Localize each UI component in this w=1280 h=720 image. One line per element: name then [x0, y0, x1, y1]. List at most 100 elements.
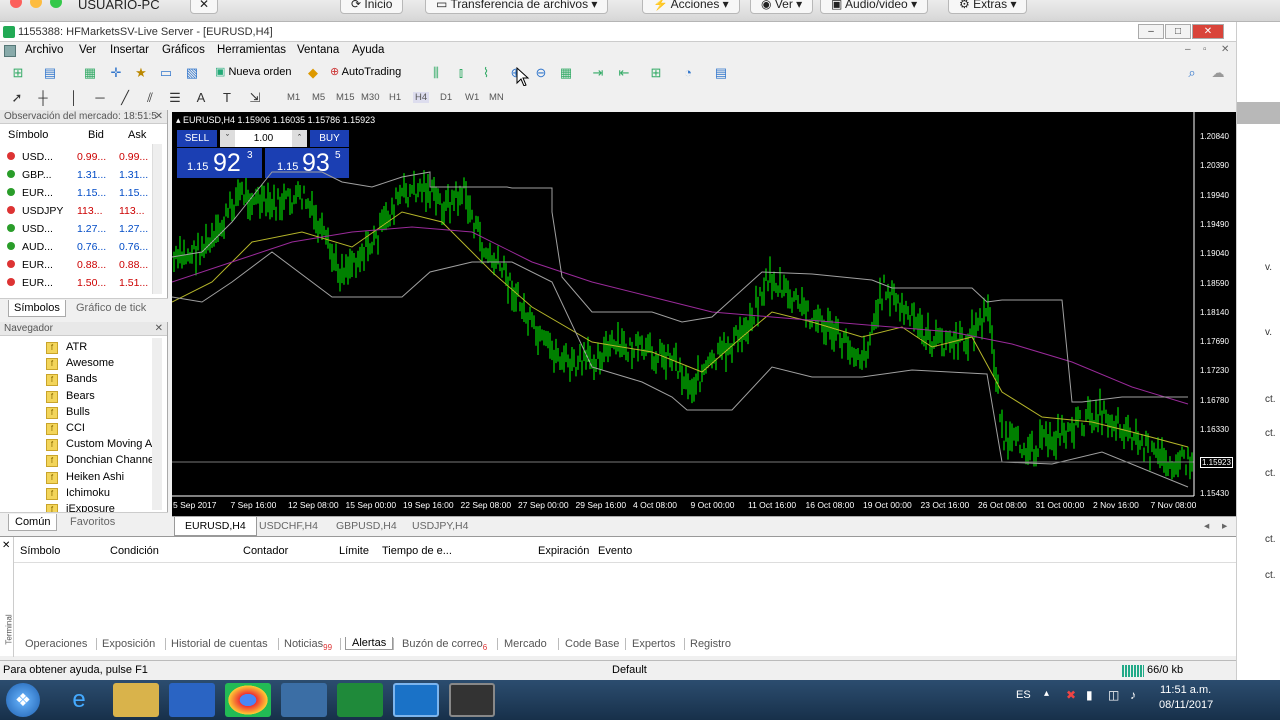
market-row[interactable]: AUD... 0.76... 0.76... — [0, 238, 150, 256]
terminal-tab[interactable]: Expertos — [632, 638, 675, 650]
templates-icon[interactable]: ▤ — [713, 65, 729, 81]
tf-w1[interactable]: W1 — [465, 92, 479, 103]
metatrader-task-icon[interactable] — [449, 683, 495, 717]
market-row[interactable]: GBP... 1.31... 1.31... — [0, 166, 150, 184]
label-tool-icon[interactable]: T — [219, 90, 235, 106]
terminal-tab[interactable]: Noticias99 — [284, 638, 332, 652]
terminal-col-condition[interactable]: Condición — [110, 545, 159, 557]
navigator-scrollbar[interactable] — [152, 338, 162, 510]
tab-tick-chart[interactable]: Gráfico de tick — [76, 302, 146, 314]
extras-button[interactable]: ⚙ Extras ▾ — [948, 0, 1028, 14]
crosshair-tool-icon[interactable]: ┼ — [35, 90, 51, 106]
terminal-tab[interactable]: Mercado — [504, 638, 547, 650]
menu-ventana[interactable]: Ventana — [297, 44, 339, 56]
explorer-icon[interactable] — [113, 683, 159, 717]
tab-common[interactable]: Común — [8, 514, 58, 531]
mdi-restore-icon[interactable]: ▫ — [1203, 44, 1207, 55]
tabs-scroll-left-icon[interactable]: ◂ — [1204, 520, 1209, 532]
tray-volume-icon[interactable]: ♪ — [1130, 688, 1136, 702]
terminal-tab[interactable]: Exposición — [102, 638, 155, 650]
clock-date[interactable]: 08/11/2017 — [1159, 699, 1213, 711]
zoom-dot-icon[interactable] — [50, 0, 62, 8]
market-row[interactable]: EUR... 1.15... 1.15... — [0, 184, 150, 202]
col-symbol[interactable]: Símbolo — [8, 129, 48, 141]
candlestick-icon[interactable]: ⫾ — [453, 65, 469, 81]
maximize-button[interactable]: □ — [1165, 24, 1191, 39]
terminal-tab[interactable]: Registro — [690, 638, 731, 650]
menu-ver[interactable]: Ver — [79, 44, 96, 56]
market-row[interactable]: USDJPY 113... 113... — [0, 202, 150, 220]
market-close-icon[interactable]: ✕ — [155, 110, 163, 124]
tf-mn[interactable]: MN — [489, 92, 504, 103]
new-chart-icon[interactable]: ⊞ — [10, 65, 26, 81]
ie-icon[interactable]: e — [56, 683, 102, 717]
mdi-close-icon[interactable]: ✕ — [1221, 44, 1229, 55]
terminal-col-counter[interactable]: Contador — [243, 545, 288, 557]
menu-herramientas[interactable]: Herramientas — [217, 44, 286, 56]
new-order-button[interactable]: ▣ Nueva orden — [215, 65, 291, 81]
menu-archivo[interactable]: Archivo — [25, 44, 63, 56]
terminal-tab[interactable]: Buzón de correo6 — [402, 638, 487, 652]
clock-time[interactable]: 11:51 a.m. — [1160, 684, 1211, 696]
chart-tab-gbpusd[interactable]: GBPUSD,H4 — [336, 520, 397, 532]
terminal-tab[interactable]: Alertas — [345, 637, 394, 650]
cursor-tool-icon[interactable]: ➚ — [9, 90, 25, 106]
terminal-tab[interactable]: Operaciones — [25, 638, 87, 650]
market-watch-icon[interactable]: ▦ — [82, 65, 98, 81]
chart-tab-usdjpy[interactable]: USDJPY,H4 — [412, 520, 468, 532]
market-row[interactable]: EUR... 0.88... 0.88... — [0, 256, 150, 274]
teamviewer-icon[interactable] — [393, 683, 439, 717]
fibonacci-icon[interactable]: ☰ — [167, 90, 183, 106]
tf-m5[interactable]: M5 — [312, 92, 325, 103]
terminal-col-time[interactable]: Tiempo de e... — [382, 545, 452, 557]
data-window-icon[interactable]: ✛ — [108, 65, 124, 81]
vertical-line-icon[interactable]: │ — [66, 90, 82, 106]
terminal-col-limit[interactable]: Límite — [339, 545, 369, 557]
actions-button[interactable]: ⚡ Acciones ▾ — [642, 0, 740, 14]
search-icon[interactable]: ⌕ — [1184, 65, 1200, 81]
market-row[interactable]: USD... 1.27... 1.27... — [0, 220, 150, 238]
market-row[interactable]: EUR... 1.50... 1.51... — [0, 274, 150, 292]
strategy-tester-icon[interactable]: ▧ — [184, 65, 200, 81]
tray-network-icon[interactable]: ◫ — [1108, 688, 1119, 702]
tf-m30[interactable]: M30 — [361, 92, 379, 103]
tf-h4[interactable]: H4 — [413, 92, 430, 103]
arrows-tool-icon[interactable]: ⇲ — [247, 90, 263, 106]
chrome-icon[interactable] — [225, 683, 271, 717]
channel-tool-icon[interactable]: ⫽ — [142, 90, 158, 106]
app-green-icon[interactable] — [337, 683, 383, 717]
menu-graficos[interactable]: Gráficos — [162, 44, 205, 56]
chat-icon[interactable]: ☁ — [1210, 65, 1226, 81]
chart-tab-eurusd[interactable]: EURUSD,H4 — [174, 517, 257, 536]
transfer-button[interactable]: ▭ Transferencia de archivos ▾ — [425, 0, 609, 14]
tf-m15[interactable]: M15 — [336, 92, 354, 103]
profiles-icon[interactable]: ▤ — [42, 65, 58, 81]
media-player-icon[interactable] — [169, 683, 215, 717]
tf-m1[interactable]: M1 — [287, 92, 300, 103]
col-ask[interactable]: Ask — [128, 129, 146, 141]
periods-icon[interactable]: ◔ — [680, 65, 696, 81]
terminal-col-expiration[interactable]: Expiración — [538, 545, 589, 557]
market-row[interactable]: USD... 0.99... 0.99... — [0, 148, 150, 166]
minimize-dot-icon[interactable] — [30, 0, 42, 8]
terminal-col-symbol[interactable]: Símbolo — [20, 545, 60, 557]
terminal-tab[interactable]: Historial de cuentas — [171, 638, 268, 650]
col-bid[interactable]: Bid — [88, 129, 104, 141]
tf-d1[interactable]: D1 — [440, 92, 452, 103]
pc-icon[interactable] — [281, 683, 327, 717]
terminal-col-event[interactable]: Evento — [598, 545, 632, 557]
menu-ayuda[interactable]: Ayuda — [352, 44, 384, 56]
tab-symbols[interactable]: Símbolos — [8, 300, 66, 317]
tray-battery-icon[interactable]: ▮ — [1086, 688, 1093, 702]
tile-windows-icon[interactable]: ▦ — [558, 65, 574, 81]
language-indicator[interactable]: ES — [1016, 689, 1031, 701]
autotrading-button[interactable]: ⊕ AutoTrading — [330, 65, 401, 81]
terminal-icon[interactable]: ▭ — [158, 65, 174, 81]
navigator-icon[interactable]: ★ — [133, 65, 149, 81]
autoscroll-icon[interactable]: ⇤ — [616, 65, 632, 81]
bar-chart-icon[interactable]: ⫼ — [428, 65, 444, 81]
navigator-close-icon[interactable]: ✕ — [155, 322, 163, 336]
tf-h1[interactable]: H1 — [389, 92, 401, 103]
menu-insertar[interactable]: Insertar — [110, 44, 149, 56]
disconnect-button[interactable]: ✕ — [190, 0, 218, 14]
